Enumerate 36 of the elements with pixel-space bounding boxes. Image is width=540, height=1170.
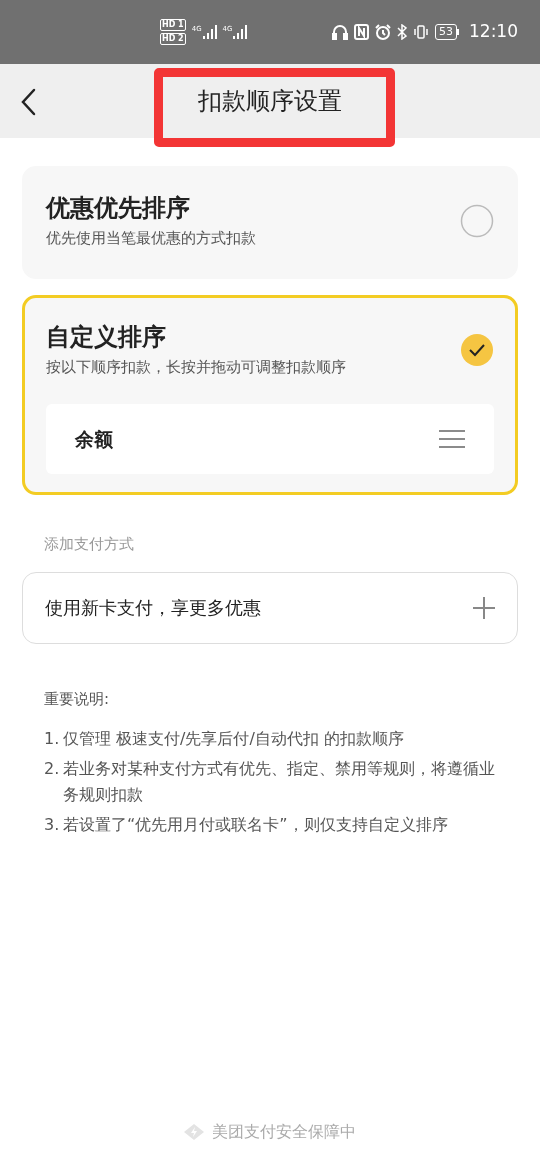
note-text: 若业务对某种支付方式有优先、指定、禁用等规则，将遵循业务规则扣款 <box>63 758 496 806</box>
option-title: 自定义排序 <box>46 321 167 352</box>
sim-label: HD 2 <box>160 33 186 45</box>
checked-radio-icon[interactable] <box>460 332 494 367</box>
sim-label: HD 1 <box>160 19 186 31</box>
page-title: 扣款顺序设置 <box>198 86 342 117</box>
option-description: 按以下顺序扣款，长按并拖动可调整扣款顺序 <box>46 356 347 378</box>
vibrate-icon <box>413 24 429 40</box>
option-description: 优先使用当笔最优惠的方式扣款 <box>46 228 257 249</box>
alarm-icon <box>375 24 391 40</box>
payment-method-row[interactable]: 余额 <box>46 404 494 474</box>
option-title: 优惠优先排序 <box>46 193 191 223</box>
note-text: 仅管理 极速支付/先享后付/自动代扣 的扣款顺序 <box>63 728 404 750</box>
note-number: 2. <box>44 758 61 780</box>
note-number: 3. <box>44 814 61 836</box>
signal-icon <box>233 25 248 39</box>
battery-level: 53 <box>435 24 457 40</box>
note-number: 1. <box>44 728 61 750</box>
bluetooth-icon <box>397 24 407 40</box>
nfc-icon <box>354 24 369 40</box>
option-card[interactable]: 优惠优先排序 优先使用当笔最优惠的方式扣款 <box>22 166 518 279</box>
add-card-row[interactable]: 使用新卡支付，享更多优惠 <box>22 571 518 644</box>
method-name: 余额 <box>75 426 114 452</box>
option-card[interactable]: 自定义排序 按以下顺序扣款，长按并拖动可调整扣款顺序 余额 <box>22 294 518 495</box>
headphones-icon <box>332 24 348 40</box>
drag-handle-icon[interactable] <box>439 430 465 448</box>
notes-title: 重要说明: <box>44 688 111 710</box>
note-text: 若设置了“优先用月付或联名卡”，则仅支持自定义排序 <box>63 814 448 836</box>
clock-time: 12:10 <box>469 20 518 44</box>
plus-icon[interactable] <box>473 596 495 619</box>
section-label: 添加支付方式 <box>44 534 135 555</box>
signal-icon <box>202 25 217 39</box>
radio-icon[interactable] <box>460 204 494 239</box>
security-footer-text: 美团支付安全保障中 <box>212 1121 356 1143</box>
add-card-label: 使用新卡支付，享更多优惠 <box>45 596 262 620</box>
back-icon[interactable] <box>20 88 36 116</box>
